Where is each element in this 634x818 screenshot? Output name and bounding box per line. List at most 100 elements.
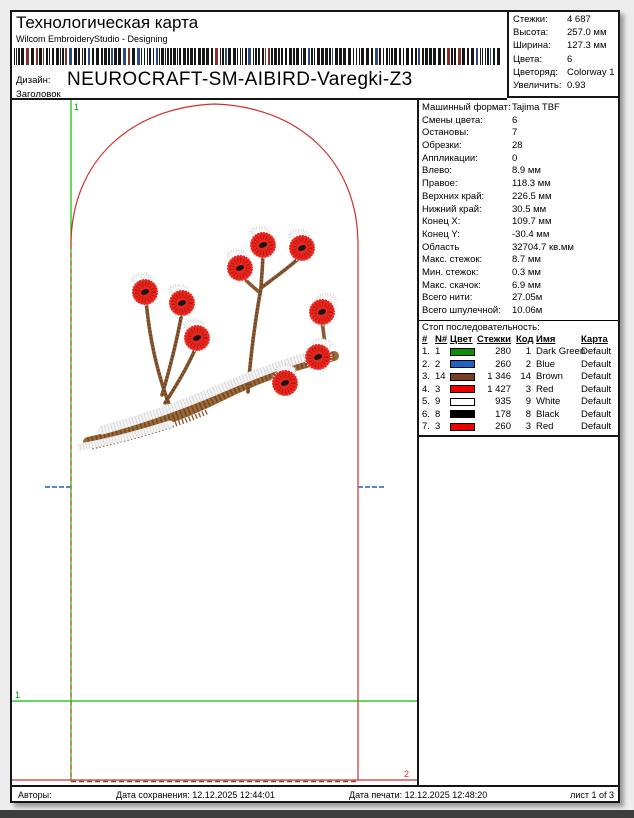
machine-info-value: 6.9 мм <box>512 280 541 291</box>
machine-info-label: Правое: <box>422 178 458 189</box>
stop-num: 5. <box>422 396 430 407</box>
barcode-stripe <box>167 48 169 65</box>
stop-sequence-header: # N# Цвет Стежки Код Имя Карта <box>419 334 618 347</box>
stop-sequence-row: 2.22602BlueDefault <box>419 359 618 372</box>
summary-label: Увеличить: <box>513 80 561 91</box>
stop-sequence-table: 1.12801Dark GreenDefault2.22602BlueDefau… <box>419 346 618 434</box>
machine-info-label: Смены цвета: <box>422 115 483 126</box>
barcode-stripe <box>49 48 50 65</box>
machine-info-label: Конец X: <box>422 216 460 227</box>
stop-num: 1. <box>422 346 430 357</box>
stop-stitches: 260 <box>475 359 511 370</box>
summary-row: Цвета:6 <box>509 54 618 67</box>
machine-info-label: Нижний край: <box>422 204 482 215</box>
print-preview-page: Технологическая карта Wilcom EmbroideryS… <box>10 10 620 803</box>
summary-label: Стежки: <box>513 14 548 25</box>
machine-info-row: Остановы:7 <box>419 127 618 140</box>
barcode-stripe <box>289 48 292 65</box>
machine-info-value: 226.5 мм <box>512 191 551 202</box>
stop-needle: 8 <box>435 409 440 420</box>
barcode-stripe <box>386 48 388 65</box>
barcode-stripe <box>278 48 280 65</box>
machine-info-row: Смены цвета:6 <box>419 115 618 128</box>
design-summary-box: Стежки:4 687Высота:257.0 ммШирина:127.3 … <box>507 12 618 98</box>
barcode-stripe <box>31 48 34 65</box>
barcode-stripe <box>422 48 424 65</box>
stop-name: Red <box>536 384 553 395</box>
design-outline-arch <box>71 104 358 245</box>
stop-num: 6. <box>422 409 430 420</box>
barcode-stripe <box>21 48 24 65</box>
col-hash: # <box>422 334 427 345</box>
barcode-stripe <box>65 48 67 65</box>
stop-stitches: 935 <box>475 396 511 407</box>
stop-stitches: 1 346 <box>475 371 511 382</box>
barcode-stripe <box>265 48 266 65</box>
machine-info-label: Макс. стежок: <box>422 254 482 265</box>
barcode-stripe <box>285 48 287 65</box>
barcode-stripe <box>255 48 257 65</box>
stop-sequence-row: 7.32603RedDefault <box>419 421 618 434</box>
stop-num: 7. <box>422 421 430 432</box>
barcode-stripe <box>268 48 270 65</box>
machine-info-value: 8.7 мм <box>512 254 541 265</box>
barcode-stripe <box>52 48 54 65</box>
barcode-stripe <box>375 48 378 65</box>
berry <box>227 250 253 281</box>
barcode-stripe <box>78 48 80 65</box>
sheet-number: лист 1 of 3 <box>570 790 614 800</box>
thread-color-swatch <box>450 348 475 356</box>
thread-color-swatch <box>450 373 475 381</box>
machine-info-value: 0.3 мм <box>512 267 541 278</box>
col-name: Имя <box>536 334 555 345</box>
summary-row: Цветоряд:Colorway 1 <box>509 67 618 80</box>
barcode-stripe <box>258 48 260 65</box>
summary-label: Высота: <box>513 27 548 38</box>
stop-code: 9 <box>516 396 531 407</box>
summary-row: Увеличить:0.93 <box>509 80 618 93</box>
berry <box>309 294 336 325</box>
barcode-stripe <box>39 48 42 65</box>
barcode-stripe <box>242 48 243 65</box>
barcode-stripe <box>114 48 117 65</box>
summary-value: 6 <box>567 54 572 65</box>
window-bottom-bar <box>0 810 634 818</box>
barcode-stripe <box>293 48 295 65</box>
stop-needle: 1 <box>435 346 440 357</box>
barcode-stripe <box>165 48 166 65</box>
barcode-stripe <box>451 48 453 65</box>
stop-name: Red <box>536 421 553 432</box>
barcode-stripe <box>104 48 107 65</box>
page-title: Технологическая карта <box>16 13 198 33</box>
thread-color-swatch <box>450 385 475 393</box>
barcode-stripe <box>43 48 44 65</box>
stop-sequence-title: Стоп последовательность: <box>419 320 618 334</box>
barcode-stripe <box>101 48 103 65</box>
barcode-stripe <box>399 48 401 65</box>
berry <box>184 320 210 351</box>
barcode-stripe <box>220 48 221 65</box>
stop-name: White <box>536 396 560 407</box>
machine-info-value: 32704.7 кв.мм <box>512 242 574 253</box>
guide-marker-1-left: 1 <box>15 690 20 700</box>
barcode-stripe <box>123 48 126 65</box>
summary-row: Ширина:127.3 мм <box>509 40 618 53</box>
stop-chart: Default <box>581 396 611 407</box>
barcode-stripe <box>317 48 320 65</box>
barcode-stripe <box>497 48 500 65</box>
barcode-stripe <box>325 48 328 65</box>
barcode-stripe <box>438 48 441 65</box>
barcode-stripe <box>69 48 72 65</box>
stop-stitches: 178 <box>475 409 511 420</box>
barcode-stripe <box>74 48 77 65</box>
machine-info-row: Влево:8.9 мм <box>419 165 618 178</box>
machine-info-label: Влево: <box>422 165 452 176</box>
summary-row: Стежки:4 687 <box>509 14 618 27</box>
thread-color-swatch <box>450 410 475 418</box>
authors-label: Авторы: <box>18 790 52 800</box>
stop-stitches: 260 <box>475 421 511 432</box>
barcode-stripe <box>26 48 29 65</box>
stop-needle: 14 <box>435 371 446 382</box>
barcode-stripe <box>206 48 209 65</box>
stop-needle: 3 <box>435 421 440 432</box>
